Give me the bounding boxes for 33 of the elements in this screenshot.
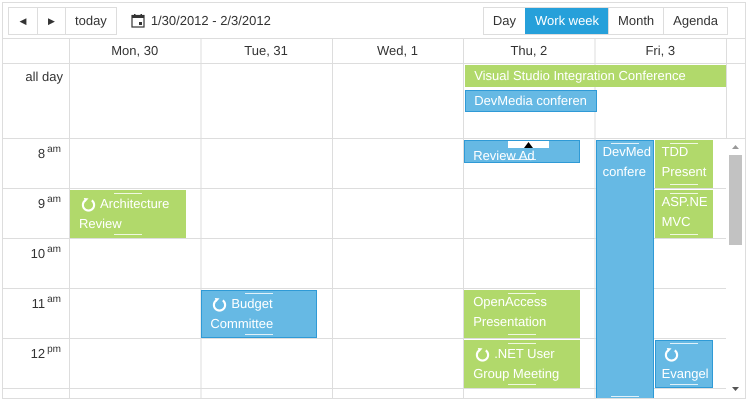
- up-arrow-icon[interactable]: [524, 142, 534, 148]
- event[interactable]: Architecture Review: [70, 190, 186, 238]
- time-label: 9$^{am}$: [38, 196, 61, 211]
- event-title: .NET User Group Meeting: [473, 345, 560, 383]
- day-header: Thu, 2: [509, 42, 548, 60]
- event[interactable]: Evangel: [654, 340, 713, 388]
- time-label: 11$^{am}$: [32, 296, 61, 311]
- time-label: 12$^{pm}$: [30, 346, 61, 361]
- day-header: Tue, 31: [243, 42, 289, 60]
- event[interactable]: Budget Committee: [201, 290, 318, 338]
- event[interactable]: DevMed confere: [596, 140, 654, 398]
- day-header: Fri, 3: [644, 42, 676, 60]
- all-day-event[interactable]: Visual Studio Integration Conference: [465, 65, 726, 87]
- event[interactable]: ASP.NE MVC: [654, 190, 713, 238]
- event-title: Budget Committee: [210, 295, 274, 333]
- event[interactable]: TDD Present: [654, 140, 713, 188]
- all-day-event[interactable]: DevMedia conferen: [465, 90, 597, 112]
- calendar-icon[interactable]: [130, 13, 145, 28]
- day-header: Wed, 1: [376, 42, 419, 60]
- event-title: Evangel: [662, 344, 711, 384]
- event-title: TDD Present: [662, 143, 708, 181]
- all-day-label: all day: [24, 68, 64, 86]
- time-label: 8$^{am}$: [38, 146, 61, 161]
- event-title: OpenAccess Presentation: [473, 293, 548, 331]
- event[interactable]: OpenAccess Presentation: [464, 290, 580, 338]
- time-label: 10$^{am}$: [30, 246, 61, 261]
- event[interactable]: .NET User Group Meeting: [464, 340, 580, 388]
- view-tab[interactable]: Work week: [524, 8, 608, 34]
- day-header: Mon, 30: [110, 42, 160, 60]
- date-range: 1/30/2012 - 2/3/2012: [150, 13, 271, 28]
- event-title: ASP.NE MVC: [662, 193, 709, 231]
- event-title: DevMed confere: [602, 143, 652, 181]
- event-title: Architecture Review: [79, 195, 170, 233]
